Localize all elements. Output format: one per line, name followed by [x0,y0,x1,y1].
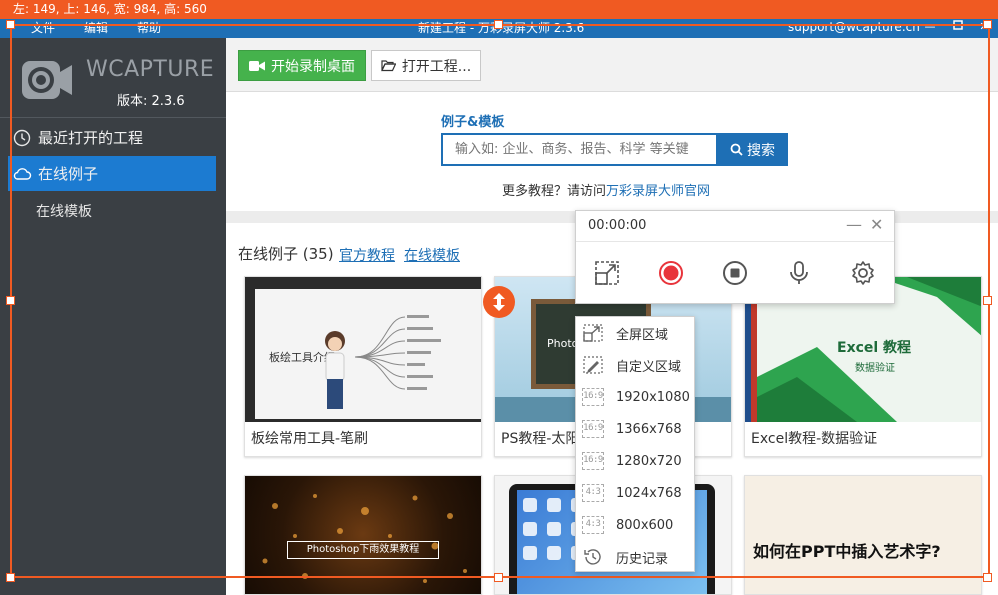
menu-bar: 文件 编辑 帮助 [31,19,190,37]
search-input[interactable] [441,133,718,166]
card-thumbnail: Photoshop下雨效果教程 [245,476,481,594]
card-thumbnail: 板绘工具介绍 [245,277,481,422]
sidebar-item-recent-projects[interactable]: 最近打开的工程 [8,120,216,155]
panel-close-icon[interactable]: ✕ [870,215,883,234]
record-icon[interactable] [658,260,684,286]
sidebar-item-label: 在线例子 [38,165,99,183]
dropdown-item-1366x768[interactable]: 16:9 1366x768 [576,413,694,445]
ratio-16-9-icon: 16:9 [582,452,604,470]
support-email[interactable]: support@wcapture.cn [788,19,920,35]
examples-templates-label: 例子&模板 [441,115,505,130]
cloud-icon [13,167,32,180]
thumb-text: Excel 教程 [837,340,912,356]
selection-handle-bottom-right[interactable] [983,573,992,582]
custom-area-icon [583,356,603,374]
official-site-link[interactable]: 万彩录屏大师官网 [606,184,710,199]
dropdown-item-label: 1920x1080 [616,389,690,405]
character-illustration [325,331,345,409]
menu-help[interactable]: 帮助 [137,19,161,37]
dropdown-item-label: 1024x768 [616,485,682,501]
example-card[interactable]: 如何在PPT中插入艺术字? [744,475,982,595]
dropdown-item-1280x720[interactable]: 16:9 1280x720 [576,445,694,477]
settings-gear-icon[interactable] [850,260,876,286]
dropdown-item-history[interactable]: 历史记录 [576,541,694,573]
example-card[interactable]: 板绘工具介绍 板绘常用工具-笔刷 [244,276,482,457]
card-caption: Excel教程-数据验证 [751,431,878,447]
start-record-desktop-button[interactable]: 开始录制桌面 [238,50,366,81]
capture-region-dropdown: 全屏区域 自定义区域 16:9 1920x1080 16:9 1366x768 … [575,316,695,572]
menu-file[interactable]: 文件 [31,19,55,37]
dropdown-item-label: 自定义区域 [616,359,682,375]
example-card[interactable]: Photoshop下雨效果教程 [244,475,482,595]
thumb-text: Photo [547,337,579,350]
recording-timer: 00:00:00 [588,218,647,233]
stop-icon[interactable] [722,260,748,286]
sidebar-item-online-templates[interactable]: 在线模板 [36,201,92,221]
fullscreen-icon [583,324,603,342]
selection-handle-bottom[interactable] [494,573,503,582]
selection-handle-bottom-left[interactable] [6,573,15,582]
resize-handle-icon[interactable] [483,286,515,318]
folder-open-icon [380,60,396,72]
dropdown-item-fullscreen[interactable]: 全屏区域 [576,317,694,349]
history-icon [584,549,601,565]
sidebar-item-label: 最近打开的工程 [38,129,144,147]
selection-handle-left[interactable] [6,296,15,305]
clock-icon [13,129,31,146]
dropdown-item-label: 历史记录 [616,551,669,567]
search-button[interactable]: 搜索 [717,133,788,166]
card-thumbnail: 如何在PPT中插入艺术字? [745,476,981,594]
selection-handle-top-right[interactable] [983,20,992,29]
dropdown-item-1024x768[interactable]: 4:3 1024x768 [576,477,694,509]
dropdown-item-label: 800x600 [616,517,674,533]
sidebar: WCAPTURE 版本: 2.3.6 最近打开的工程 在线例子 在线模板 [0,38,226,595]
ratio-16-9-icon: 16:9 [582,388,604,406]
tutorial-line: 更多教程？请访问万彩录屏大师官网 [502,180,710,199]
bokeh-decoration [262,494,467,583]
brand-name: WCAPTURE [86,57,215,82]
card-caption: 板绘常用工具-笔刷 [251,431,369,447]
online-examples-title: 在线例子 (35) [238,245,334,263]
ratio-4-3-icon: 4:3 [582,516,604,534]
official-tutorial-link[interactable]: 官方教程 [339,245,395,265]
open-project-button[interactable]: 打开工程... [371,50,481,81]
dropdown-item-custom-area[interactable]: 自定义区域 [576,349,694,381]
thumb-text: Photoshop下雨效果教程 [287,541,439,559]
selection-info-bar: 左: 149, 上: 146, 宽: 984, 高: 560 [0,0,998,19]
mindmap-illustration [355,315,441,390]
recording-control-panel: 00:00:00 — ✕ [575,210,895,304]
maximize-icon[interactable] [950,20,966,34]
online-template-link[interactable]: 在线模板 [404,245,460,265]
thumb-text: 如何在PPT中插入艺术字? [753,542,941,561]
panel-divider [576,241,894,242]
panel-minimize-icon[interactable]: — [846,215,862,234]
start-record-label: 开始录制桌面 [271,58,355,75]
dropdown-item-label: 1366x768 [616,421,682,437]
ratio-16-9-icon: 16:9 [582,420,604,438]
dropdown-item-label: 全屏区域 [616,327,669,343]
selection-handle-right[interactable] [983,296,992,305]
menu-edit[interactable]: 编辑 [84,19,108,37]
open-project-label: 打开工程... [401,58,472,75]
minimize-icon[interactable]: — [922,20,938,34]
search-button-label: 搜索 [747,142,775,159]
region-select-icon[interactable] [594,260,620,286]
wcapture-logo [22,61,72,99]
dropdown-item-1920x1080[interactable]: 16:9 1920x1080 [576,381,694,413]
toolbar: 开始录制桌面 打开工程... [226,38,998,92]
thumb-subtext: 数据验证 [855,363,895,374]
search-area: 例子&模板 搜索 更多教程？请访问万彩录屏大师官网 [226,93,998,211]
sidebar-divider [0,117,226,118]
tutorial-prefix: 更多教程？请访问 [502,184,607,199]
dropdown-item-800x600[interactable]: 4:3 800x600 [576,509,694,541]
ratio-4-3-icon: 4:3 [582,484,604,502]
search-icon [730,143,743,156]
version-label: 版本: 2.3.6 [117,94,185,109]
selection-handle-top-left[interactable] [6,20,15,29]
dropdown-item-label: 1280x720 [616,453,682,469]
selection-handle-top[interactable] [494,20,503,29]
microphone-icon[interactable] [786,260,812,286]
sidebar-item-online-examples[interactable]: 在线例子 [8,156,216,191]
video-camera-icon [249,60,265,71]
